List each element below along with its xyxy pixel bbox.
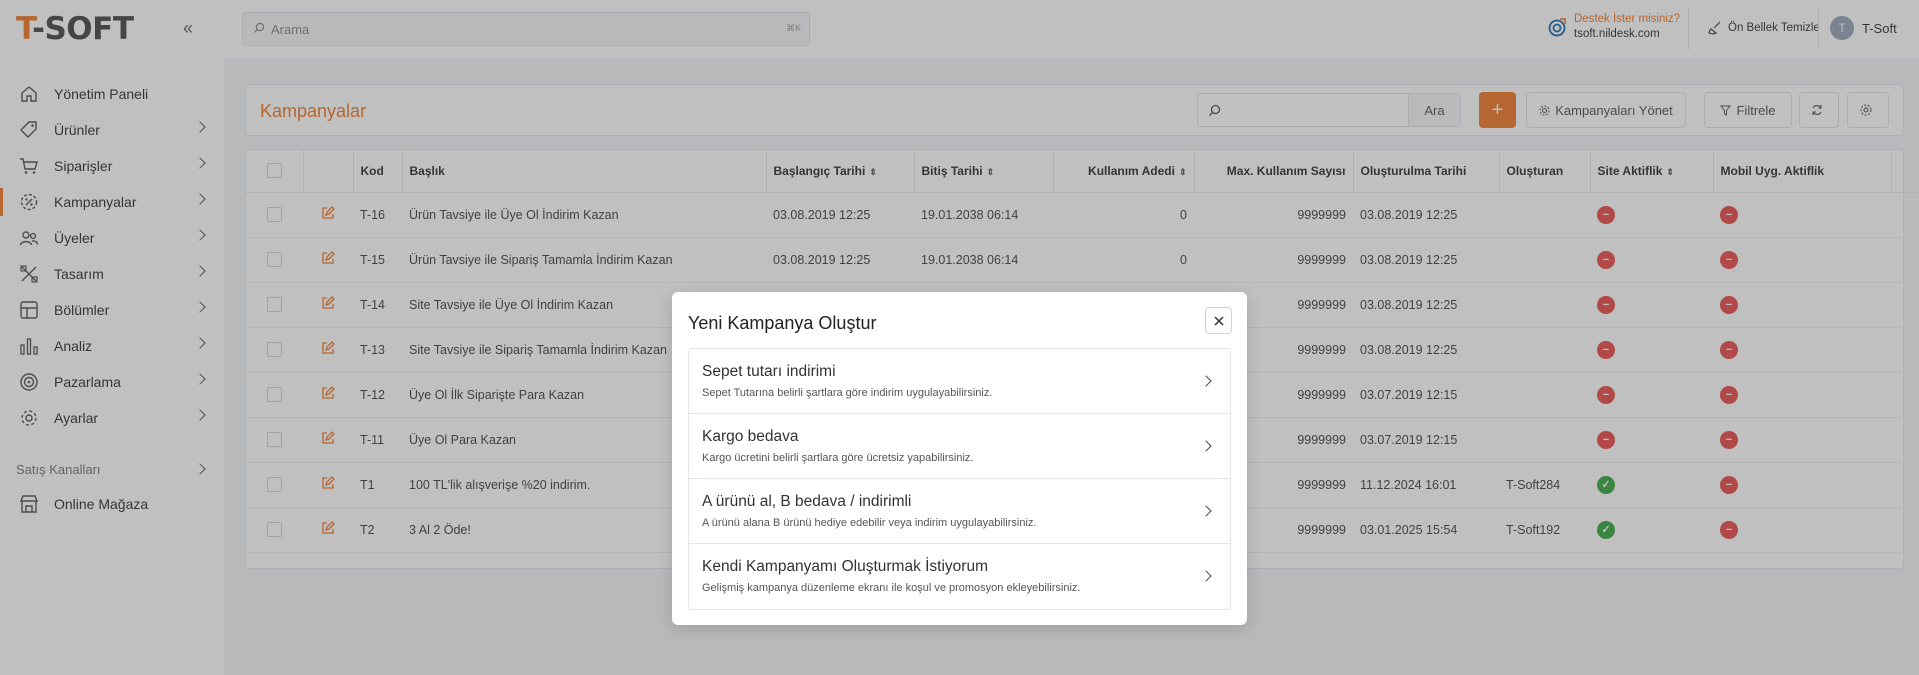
option-description: Gelişmiş kampanya düzenleme ekranı ile k… [702, 582, 1081, 594]
option-description: Kargo ücretini belirli şartlara göre ücr… [702, 452, 974, 464]
option-description: A ürünü alana B ürünü hediye edebilir ve… [702, 517, 1037, 529]
option-buy-a-get-b[interactable]: A ürünü al, B bedava / indirimli A ürünü… [689, 479, 1230, 544]
chevron-right-icon [1200, 505, 1212, 517]
option-title: Kargo bedava [702, 428, 799, 445]
modal-title: Yeni Kampanya Oluştur [688, 313, 877, 333]
option-title: Kendi Kampanyamı Oluşturmak İstiyorum [702, 558, 988, 575]
campaign-type-list: Sepet tutarı indirimi Sepet Tutarına bel… [688, 348, 1231, 610]
option-title: Sepet tutarı indirimi [702, 363, 836, 380]
close-button[interactable] [1205, 307, 1232, 334]
option-title: A ürünü al, B bedava / indirimli [702, 493, 912, 510]
chevron-right-icon [1200, 570, 1212, 582]
chevron-right-icon [1200, 375, 1212, 387]
new-campaign-modal: Yeni Kampanya Oluştur Sepet tutarı indir… [672, 292, 1247, 625]
option-free-shipping[interactable]: Kargo bedava Kargo ücretini belirli şart… [689, 414, 1230, 479]
close-icon [1213, 315, 1224, 326]
chevron-right-icon [1200, 440, 1212, 452]
option-cart-discount[interactable]: Sepet tutarı indirimi Sepet Tutarına bel… [689, 349, 1230, 414]
option-description: Sepet Tutarına belirli şartlara göre ind… [702, 387, 993, 399]
option-custom-campaign[interactable]: Kendi Kampanyamı Oluşturmak İstiyorum Ge… [689, 544, 1230, 609]
